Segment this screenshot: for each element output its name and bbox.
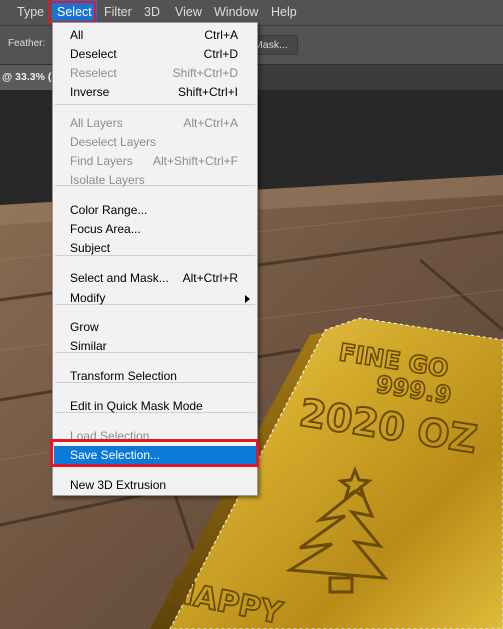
menu-item-shortcut: Alt+Ctrl+R xyxy=(182,271,238,285)
menu-item-all-layers[interactable]: All Layers Alt+Ctrl+A xyxy=(54,114,256,133)
menu-item-label: Similar xyxy=(70,339,107,353)
menu-item-inverse[interactable]: Inverse Shift+Ctrl+I xyxy=(54,83,256,102)
menu-item-shortcut: Shift+Ctrl+I xyxy=(177,85,238,99)
menu-item-label: Deselect xyxy=(70,47,117,61)
menu-item-similar[interactable]: Similar xyxy=(54,337,256,356)
menu-item-transform-selection[interactable]: Transform Selection xyxy=(54,367,256,386)
menu-help[interactable]: Help xyxy=(271,0,297,25)
menu-item-shortcut: Ctrl+A xyxy=(204,28,238,42)
menu-item-shortcut: Shift+Ctrl+D xyxy=(172,66,238,80)
feather-label: Feather: xyxy=(8,38,46,49)
menu-item-subject[interactable]: Subject xyxy=(54,239,256,258)
menu-item-color-range[interactable]: Color Range... xyxy=(54,201,256,220)
menu-item-deselect[interactable]: Deselect Ctrl+D xyxy=(54,45,256,64)
menu-item-label: Isolate Layers xyxy=(70,173,145,187)
menu-item-label: Find Layers xyxy=(70,154,133,168)
menu-item-label: Select and Mask... xyxy=(70,271,169,285)
menu-item-label: Color Range... xyxy=(70,203,148,217)
menu-item-label: Reselect xyxy=(70,66,117,80)
menu-item-label: Load Selection... xyxy=(70,429,160,443)
menu-item-deselect-layers[interactable]: Deselect Layers xyxy=(54,133,256,152)
menu-item-isolate-layers[interactable]: Isolate Layers xyxy=(54,171,256,190)
menu-item-load-selection[interactable]: Load Selection... xyxy=(54,427,256,446)
menu-item-shortcut: Alt+Ctrl+A xyxy=(183,116,238,130)
menu-item-label: All Layers xyxy=(70,116,123,130)
menu-item-edit-in-quick-mask-mode[interactable]: Edit in Quick Mask Mode xyxy=(54,397,256,416)
menu-item-grow[interactable]: Grow xyxy=(54,318,256,337)
menu-item-shortcut: Ctrl+D xyxy=(203,47,238,61)
menu-item-label: Transform Selection xyxy=(70,369,177,383)
menu-item-label: Save Selection... xyxy=(70,448,161,462)
select-dropdown-menu: All Ctrl+A Deselect Ctrl+D Reselect Shift+Ctr… xyxy=(52,22,258,496)
menu-item-label: New 3D Extrusion xyxy=(70,478,167,492)
menu-item-reselect[interactable]: Reselect Shift+Ctrl+D xyxy=(54,64,256,83)
menu-type[interactable]: Type xyxy=(17,0,44,25)
menu-item-label: Focus Area... xyxy=(70,222,141,236)
menu-item-label: All xyxy=(70,28,84,42)
menu-item-label: Grow xyxy=(70,320,99,334)
menu-item-modify[interactable]: Modify xyxy=(54,289,256,308)
menu-item-label: Modify xyxy=(70,291,106,305)
menu-item-shortcut: Alt+Shift+Ctrl+F xyxy=(152,154,238,168)
menu-item-save-selection[interactable]: Save Selection... xyxy=(54,446,256,465)
menu-separator xyxy=(55,104,255,105)
menu-item-label: Deselect Layers xyxy=(70,135,157,149)
menu-item-new-3d-extrusion[interactable]: New 3D Extrusion xyxy=(54,476,256,495)
menu-item-label: Subject xyxy=(70,241,111,255)
submenu-arrow-icon xyxy=(245,295,250,303)
menu-item-label: Edit in Quick Mask Mode xyxy=(70,399,203,413)
menu-item-find-layers[interactable]: Find Layers Alt+Shift+Ctrl+F xyxy=(54,152,256,171)
truncated-menu-edge xyxy=(0,0,4,25)
menu-item-label: Inverse xyxy=(70,85,110,99)
menu-item-all[interactable]: All Ctrl+A xyxy=(54,26,256,45)
menu-item-focus-area[interactable]: Focus Area... xyxy=(54,220,256,239)
menu-item-select-and-mask[interactable]: Select and Mask... Alt+Ctrl+R xyxy=(54,269,256,288)
